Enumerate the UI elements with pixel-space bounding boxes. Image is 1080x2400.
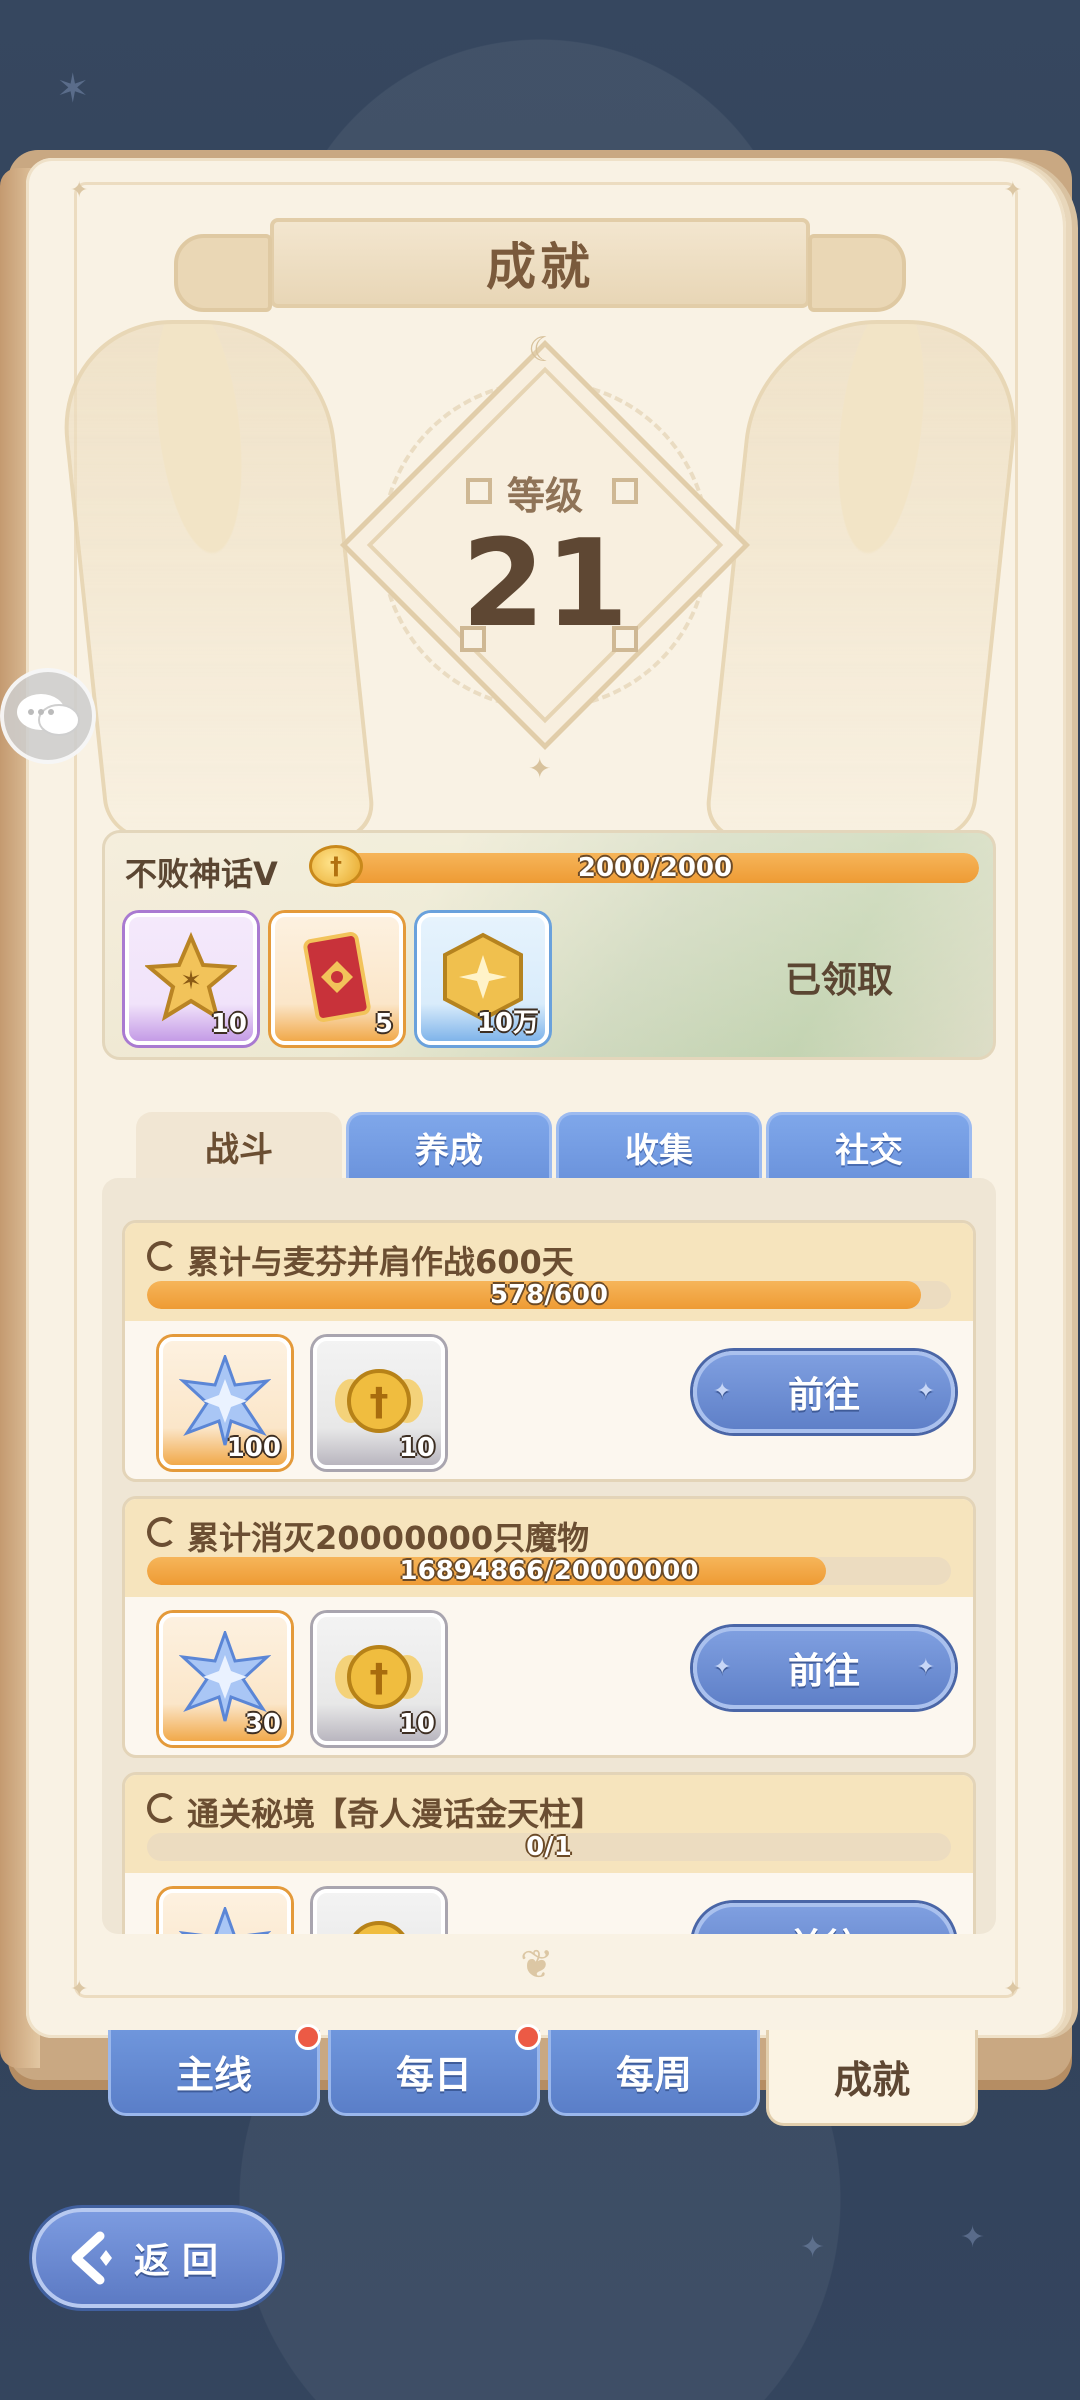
task-title: 累计消灭20000000只魔物: [187, 1519, 590, 1557]
tab-label: 战斗: [205, 1129, 273, 1170]
go-button[interactable]: 前往: [693, 1627, 955, 1709]
achievement-coin-icon: †: [309, 845, 363, 887]
milestone-claimed-status: 已领取: [785, 960, 894, 1001]
task-moon-icon: [147, 1793, 177, 1823]
tab-collect[interactable]: 收集: [556, 1112, 762, 1180]
notification-badge: [295, 2024, 321, 2050]
tab-label: 养成: [415, 1131, 483, 1171]
reward-item[interactable]: † 10: [313, 1613, 445, 1745]
winged-coin-icon: [333, 1907, 425, 1934]
reward-item[interactable]: [313, 1889, 445, 1934]
task-progress-bar: 578/600: [147, 1281, 951, 1309]
corner-star-icon: ✦: [1003, 1977, 1022, 2002]
title-ribbon: 成就: [174, 218, 906, 312]
blue-star-crystal-icon: [179, 1907, 271, 1934]
back-button[interactable]: 返回: [32, 2208, 282, 2308]
reward-item[interactable]: 100: [159, 1337, 291, 1469]
milestone-panel: 不败神话Ⅴ 2000/2000 † ✶ 10 5 10万 已领取: [102, 830, 996, 1060]
milestone-progress-bar: 2000/2000: [331, 853, 979, 883]
page-title: 成就: [486, 238, 594, 296]
background-star-icon: ✦: [800, 2230, 826, 2265]
task-header: 通关秘境【奇人漫话金天柱】 0/1: [125, 1775, 973, 1873]
page-tab-label: 每周: [615, 2053, 692, 2097]
tab-battle[interactable]: 战斗: [136, 1112, 342, 1180]
milestone-name: 不败神话Ⅴ: [125, 855, 278, 893]
task-progress-text: 0/1: [526, 1833, 572, 1861]
back-arrow-icon: [71, 2231, 112, 2285]
task-title: 累计与麦芬并肩作战600天: [187, 1243, 574, 1281]
task-card: 累计消灭20000000只魔物 16894866/20000000 30 † 1…: [122, 1496, 976, 1758]
reward-qty: 10: [210, 1009, 247, 1039]
task-header: 累计消灭20000000只魔物 16894866/20000000: [125, 1499, 973, 1597]
task-moon-icon: [147, 1241, 177, 1271]
reward-item[interactable]: † 10: [313, 1337, 445, 1469]
svg-text:✶: ✶: [180, 966, 202, 996]
reward-qty: 5: [374, 1009, 393, 1039]
reward-qty: 30: [244, 1709, 281, 1739]
reward-qty: 10: [398, 1709, 435, 1739]
corner-star-icon: ✦: [70, 178, 89, 203]
tab-cultivate[interactable]: 养成: [346, 1112, 552, 1180]
cat-ornament-icon: ❦: [520, 1942, 554, 1988]
reward-item[interactable]: 5: [271, 913, 403, 1045]
page-tab-achievement[interactable]: 成就: [766, 2030, 978, 2126]
task-title: 通关秘境【奇人漫话金天柱】: [187, 1795, 604, 1833]
go-button-label: 前往: [788, 1918, 860, 1934]
back-button-label: 返回: [134, 2241, 231, 2282]
page-tab-main[interactable]: 主线: [108, 2024, 321, 2116]
corner-star-icon: ✦: [70, 1977, 89, 2002]
task-list[interactable]: 累计与麦芬并肩作战600天 578/600 100 † 10 前往 累计消灭20…: [102, 1178, 996, 1934]
task-moon-icon: [147, 1517, 177, 1547]
background-star-icon: ✶: [56, 66, 90, 112]
task-card: 通关秘境【奇人漫话金天柱】 0/1 前往: [122, 1772, 976, 1934]
go-button[interactable]: 前往: [693, 1903, 955, 1934]
task-header: 累计与麦芬并肩作战600天 578/600: [125, 1223, 973, 1321]
reward-item[interactable]: [159, 1889, 291, 1934]
reward-qty: 100: [226, 1433, 281, 1463]
level-label: 等级: [506, 474, 583, 518]
tab-label: 社交: [835, 1131, 903, 1171]
sparkle-icon: ✦: [528, 752, 552, 785]
reward-qty: 10万: [476, 1008, 539, 1038]
moon-icon: ☾: [528, 330, 559, 370]
go-button-label: 前往: [787, 1651, 860, 1692]
task-progress-bar: 0/1: [147, 1833, 951, 1861]
task-progress-bar: 16894866/20000000: [147, 1557, 951, 1585]
svg-text:†: †: [370, 1380, 389, 1424]
chat-button[interactable]: [0, 668, 96, 764]
corner-star-icon: ✦: [1003, 178, 1022, 203]
tab-label: 收集: [625, 1131, 693, 1171]
background-star-icon: ✦: [960, 2220, 986, 2255]
task-progress-text: 578/600: [489, 1281, 609, 1309]
page-tab-label: 成就: [833, 2058, 910, 2102]
chat-bubbles-icon: [17, 694, 80, 736]
page-tab-weekly[interactable]: 每周: [548, 2030, 760, 2116]
reward-item[interactable]: 10万: [417, 913, 549, 1045]
milestone-progress-text: 2000/2000: [577, 853, 733, 883]
reward-item[interactable]: 30: [159, 1613, 291, 1745]
page-tab-label: 主线: [175, 2053, 252, 2097]
eye-card-icon: [291, 931, 383, 1023]
page-tab-label: 每日: [395, 2053, 472, 2097]
tab-social[interactable]: 社交: [766, 1112, 972, 1180]
task-progress-text: 16894866/20000000: [399, 1557, 699, 1585]
reward-qty: 10: [398, 1433, 435, 1463]
reward-item[interactable]: ✶ 10: [125, 913, 257, 1045]
notification-badge: [515, 2024, 541, 2050]
go-button-label: 前往: [787, 1375, 860, 1416]
task-card: 累计与麦芬并肩作战600天 578/600 100 † 10 前往: [122, 1220, 976, 1482]
level-value: 21: [461, 515, 629, 654]
svg-text:†: †: [370, 1656, 389, 1700]
go-button[interactable]: 前往: [693, 1351, 955, 1433]
page-tab-daily[interactable]: 每日: [328, 2024, 541, 2116]
